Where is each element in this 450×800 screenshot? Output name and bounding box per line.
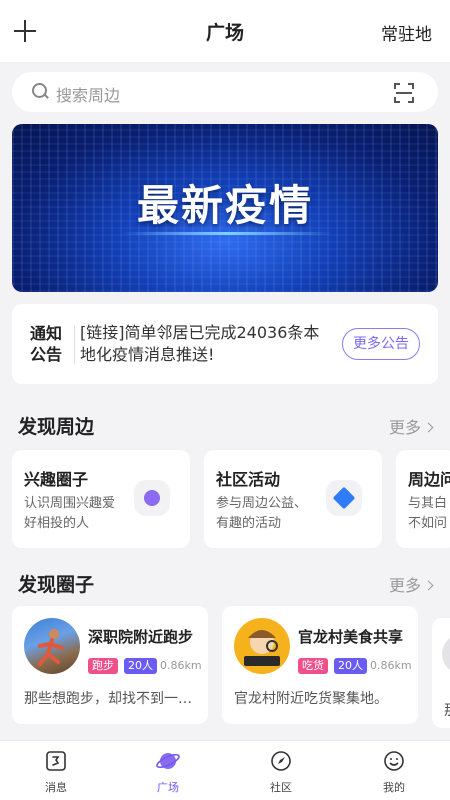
- circle-desc: 官龙村附近吃货聚集地。: [234, 691, 388, 707]
- member-count-badge: 20人: [124, 658, 157, 674]
- notice-card[interactable]: 通知公告 [链接]简单邻居已完成24036条本地化疫情消息推送! 更多公告: [12, 304, 438, 384]
- discover-circles-more-link[interactable]: 更多: [388, 572, 434, 596]
- distance: 0.86km: [370, 659, 412, 672]
- notice-text[interactable]: [链接]简单邻居已完成24036条本地化疫情消息推送!: [80, 322, 332, 366]
- category-tag: 跑步: [88, 658, 118, 674]
- planet-icon: [134, 480, 170, 516]
- avatar: [442, 634, 450, 674]
- planet-icon: [156, 753, 180, 769]
- more-label: 更多: [388, 576, 421, 595]
- card-desc: 认识周围兴趣爱好相投的人: [24, 496, 116, 531]
- top-bar: 广场 常驻地: [0, 0, 450, 62]
- distance: 0.86km: [160, 659, 202, 672]
- card-title: 周边问: [408, 470, 450, 489]
- category-tag: 吃货: [298, 658, 328, 674]
- circle-name: 深职院附近跑步: [88, 628, 194, 646]
- smile-icon: [384, 751, 404, 771]
- tab-label: 广场: [157, 781, 179, 794]
- residence-button[interactable]: 常驻地: [381, 20, 432, 45]
- section-title-discover-circles: 发现圈子: [18, 574, 95, 596]
- member-count-badge: 20人: [334, 658, 367, 674]
- circle-name: 官龙村美食共享: [298, 628, 404, 646]
- discover-nearby-more-link[interactable]: 更多: [388, 414, 434, 438]
- circle-card-food[interactable]: 官龙村美食共享 吃货 20人 0.86km 官龙村附近吃货聚集地。: [222, 606, 418, 724]
- nearby-card-ask[interactable]: 周边问 与其白不如问: [396, 450, 450, 548]
- tab-label: 我的: [383, 781, 405, 794]
- tab-label: 社区: [270, 781, 292, 794]
- tab-label: 消息: [45, 781, 67, 794]
- message-icon: [46, 751, 66, 771]
- banner-title: 最新疫情: [136, 181, 313, 230]
- card-desc: 与其白不如问: [408, 496, 448, 531]
- more-label: 更多: [388, 418, 421, 437]
- circle-card-running[interactable]: 深职院附近跑步 跑步 20人 0.86km 那些想跑步，却找不到一…: [12, 606, 208, 724]
- search-input[interactable]: 搜索周边: [56, 82, 120, 106]
- chevron-right-icon: [423, 422, 434, 433]
- scan-icon[interactable]: [394, 83, 414, 103]
- circle-desc: 那些想跑步，却找不到一…: [24, 691, 192, 707]
- avatar: [24, 618, 80, 674]
- nearby-card-interest[interactable]: 兴趣圈子 认识周围兴趣爱好相投的人: [12, 450, 190, 548]
- star-icon: [326, 480, 362, 516]
- search-icon: [32, 83, 48, 99]
- avatar: [234, 618, 290, 674]
- section-title-discover-nearby: 发现周边: [18, 416, 95, 438]
- nearby-card-activity[interactable]: 社区活动 参与周边公益、有趣的活动: [204, 450, 382, 548]
- notice-tag: 通知公告: [30, 324, 63, 364]
- banner[interactable]: 最新疫情: [12, 124, 438, 292]
- notice-divider: [74, 326, 75, 364]
- circle-desc: 那: [444, 700, 450, 720]
- card-title: 社区活动: [216, 470, 281, 489]
- circle-card-partial[interactable]: 那: [432, 618, 450, 728]
- tab-messages[interactable]: 消息: [0, 741, 112, 800]
- search-bar[interactable]: 搜索周边: [12, 72, 438, 112]
- compass-icon: [271, 751, 291, 771]
- bottom-tab-bar: 消息 广场 社区 我的: [0, 740, 450, 800]
- card-desc: 参与周边公益、有趣的活动: [216, 496, 308, 531]
- chevron-right-icon: [423, 580, 434, 591]
- tab-square[interactable]: 广场: [112, 741, 224, 800]
- tab-community[interactable]: 社区: [225, 741, 337, 800]
- tab-mine[interactable]: 我的: [338, 741, 450, 800]
- more-notices-button[interactable]: 更多公告: [342, 328, 420, 360]
- card-title: 兴趣圈子: [24, 470, 89, 489]
